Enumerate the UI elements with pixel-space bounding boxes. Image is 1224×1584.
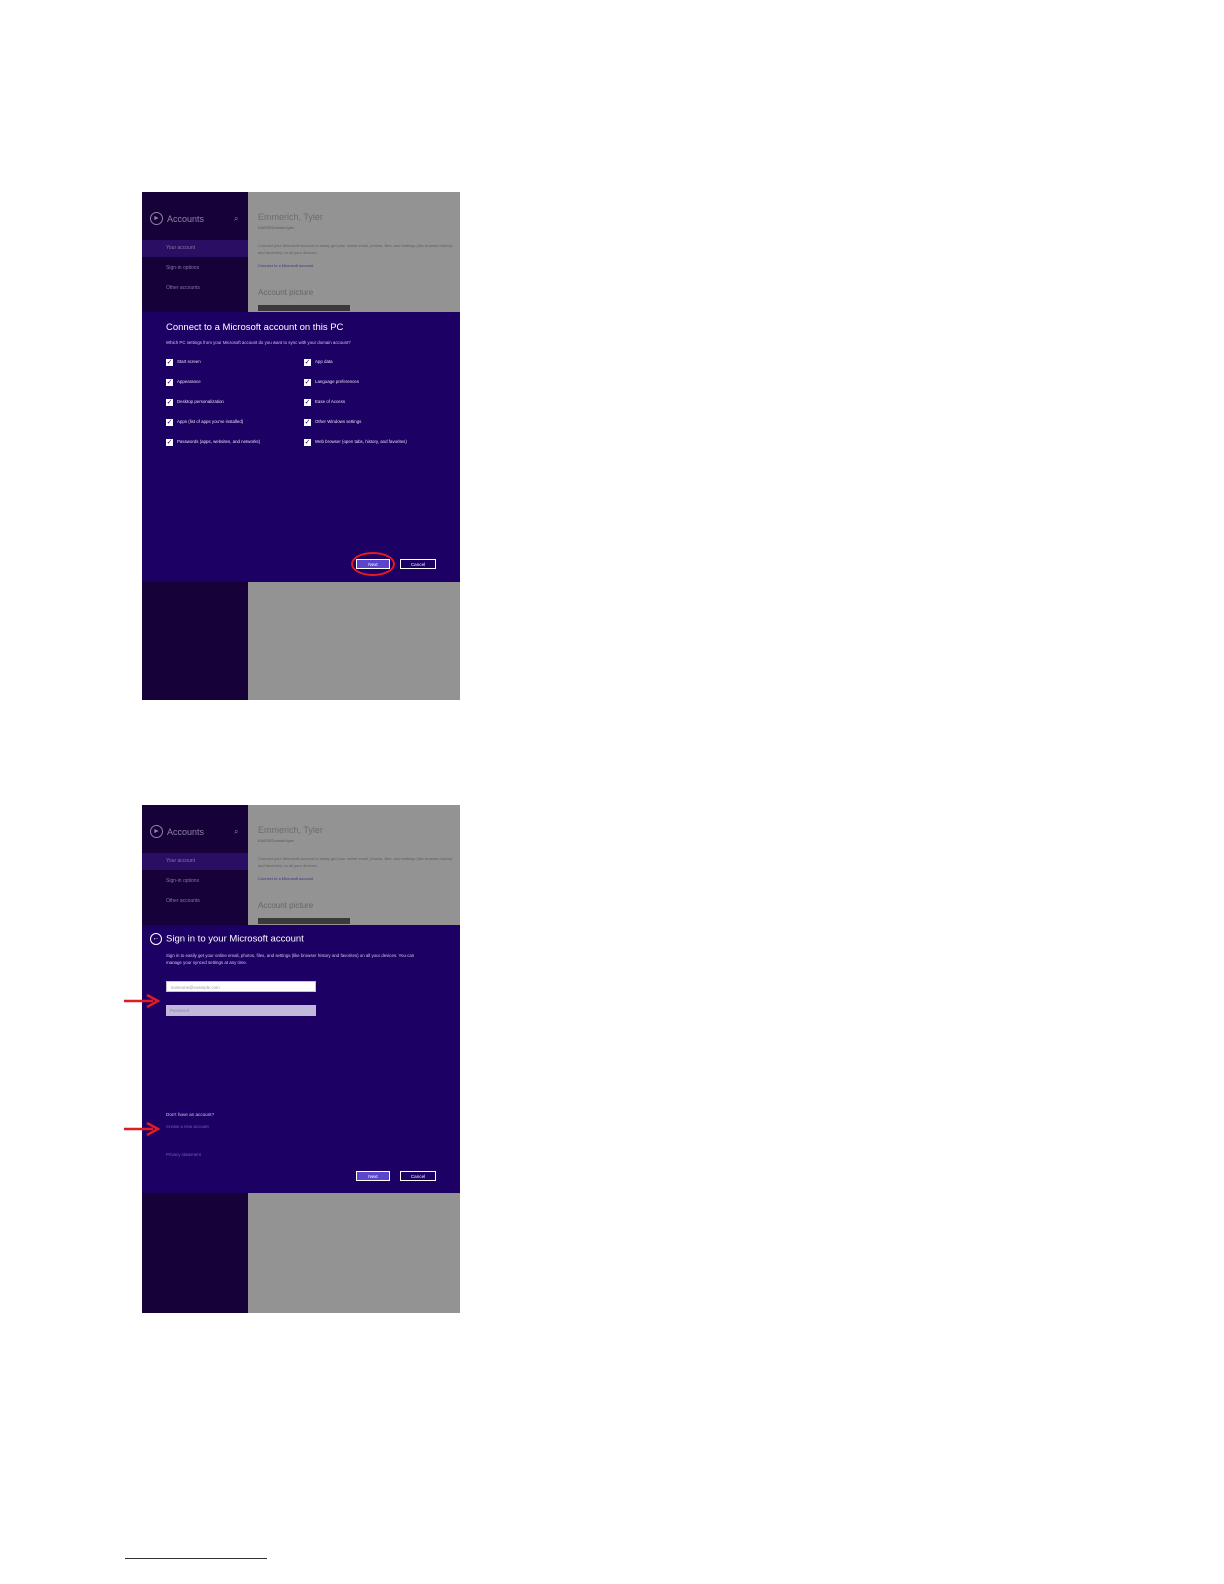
dialog-title: ← Sign in to your Microsoft account bbox=[150, 933, 304, 945]
cancel-button[interactable]: Cancel bbox=[400, 1171, 436, 1181]
checkbox-language-preferences[interactable]: ✓ Language preferences bbox=[304, 379, 414, 386]
checkbox-check-icon[interactable]: ✓ bbox=[304, 439, 311, 446]
next-button[interactable]: Next bbox=[356, 1171, 390, 1181]
user-domain: KAEREDomain\tyler bbox=[258, 225, 295, 230]
checkbox-check-icon[interactable]: ✓ bbox=[166, 379, 173, 386]
back-circle-icon[interactable]: ► bbox=[150, 212, 163, 225]
nav-item-sign-in-options[interactable]: Sign-in options bbox=[142, 260, 248, 277]
checkbox-check-icon[interactable]: ✓ bbox=[166, 399, 173, 406]
next-highlight-annotation bbox=[351, 552, 395, 576]
screenshot-sign-in: ► Accounts ⌕ Your account Sign-in option… bbox=[142, 805, 460, 1313]
checkbox-ease-of-access[interactable]: ✓ Ease of Access bbox=[304, 399, 414, 406]
back-arrow-icon[interactable]: ← bbox=[150, 933, 162, 945]
arrow-annotation-create-account bbox=[124, 1122, 161, 1136]
account-description: Connect your Microsoft account to easily… bbox=[258, 243, 453, 255]
account-description: Connect your Microsoft account to easily… bbox=[258, 856, 453, 868]
password-input[interactable]: Password bbox=[166, 1005, 316, 1016]
checkbox-check-icon[interactable]: ✓ bbox=[166, 419, 173, 426]
checkbox-check-icon[interactable]: ✓ bbox=[304, 419, 311, 426]
dialog-title: Connect to a Microsoft account on this P… bbox=[166, 322, 344, 333]
nav-item-your-account[interactable]: Your account bbox=[142, 853, 248, 870]
dialog-subtitle: Sign in to easily get your online email,… bbox=[166, 953, 415, 965]
nav-item-sign-in-options[interactable]: Sign-in options bbox=[142, 873, 248, 890]
search-icon[interactable]: ⌕ bbox=[234, 827, 238, 837]
create-account-link[interactable]: Create a new account bbox=[166, 1124, 209, 1129]
checkbox-check-icon[interactable]: ✓ bbox=[304, 399, 311, 406]
checkbox-check-icon[interactable]: ✓ bbox=[166, 359, 173, 366]
connect-account-link[interactable]: Connect to a Microsoft account bbox=[258, 876, 313, 881]
screenshot-connect-account: ► Accounts ⌕ Your account Sign-in option… bbox=[142, 192, 460, 700]
checkbox-start-screen[interactable]: ✓ Start screen bbox=[166, 359, 276, 366]
checkbox-check-icon[interactable]: ✓ bbox=[304, 359, 311, 366]
cancel-button[interactable]: Cancel bbox=[400, 559, 436, 569]
checkbox-app-data[interactable]: ✓ App data bbox=[304, 359, 414, 366]
dialog-subtitle: Which PC settings from your Microsoft ac… bbox=[166, 340, 351, 345]
nav-item-other-accounts[interactable]: Other accounts bbox=[142, 893, 248, 910]
no-account-text: Don't have an account? bbox=[166, 1112, 215, 1117]
account-picture bbox=[258, 918, 350, 924]
checkbox-web-browser[interactable]: ✓ Web browser (open tabs, history, and fa… bbox=[304, 439, 414, 446]
account-picture bbox=[258, 305, 350, 311]
back-circle-icon[interactable]: ► bbox=[150, 825, 163, 838]
arrow-annotation-email bbox=[124, 994, 161, 1008]
email-input[interactable]: someone@example.com bbox=[166, 981, 316, 992]
nav-title[interactable]: ► Accounts bbox=[150, 825, 204, 838]
checkbox-check-icon[interactable]: ✓ bbox=[304, 379, 311, 386]
search-icon[interactable]: ⌕ bbox=[234, 214, 238, 224]
account-picture-heading: Account picture bbox=[258, 288, 314, 297]
sign-in-dialog: ← Sign in to your Microsoft account Sign … bbox=[142, 925, 460, 1193]
checkbox-other-windows-settings[interactable]: ✓ Other Windows settings bbox=[304, 419, 414, 426]
user-domain: KAEREDomain\tyler bbox=[258, 838, 295, 843]
connect-dialog: Connect to a Microsoft account on this P… bbox=[142, 312, 460, 582]
checkbox-desktop-personalization[interactable]: ✓ Desktop personalization bbox=[166, 399, 276, 406]
user-name: Emmerich, Tyler bbox=[258, 212, 323, 222]
checkbox-check-icon[interactable]: ✓ bbox=[166, 439, 173, 446]
nav-item-your-account[interactable]: Your account bbox=[142, 240, 248, 257]
account-picture-heading: Account picture bbox=[258, 901, 314, 910]
connect-account-link[interactable]: Connect to a Microsoft account bbox=[258, 263, 313, 268]
user-name: Emmerich, Tyler bbox=[258, 825, 323, 835]
nav-title[interactable]: ► Accounts bbox=[150, 212, 204, 225]
nav-item-other-accounts[interactable]: Other accounts bbox=[142, 280, 248, 297]
footnote-divider bbox=[125, 1558, 267, 1559]
privacy-statement-link[interactable]: Privacy statement bbox=[166, 1152, 201, 1157]
checkbox-passwords[interactable]: ✓ Passwords (apps, websites, and networks… bbox=[166, 439, 266, 446]
checkbox-appearance[interactable]: ✓ Appearance bbox=[166, 379, 276, 386]
checkbox-apps[interactable]: ✓ Apps (list of apps you've installed) bbox=[166, 419, 276, 426]
